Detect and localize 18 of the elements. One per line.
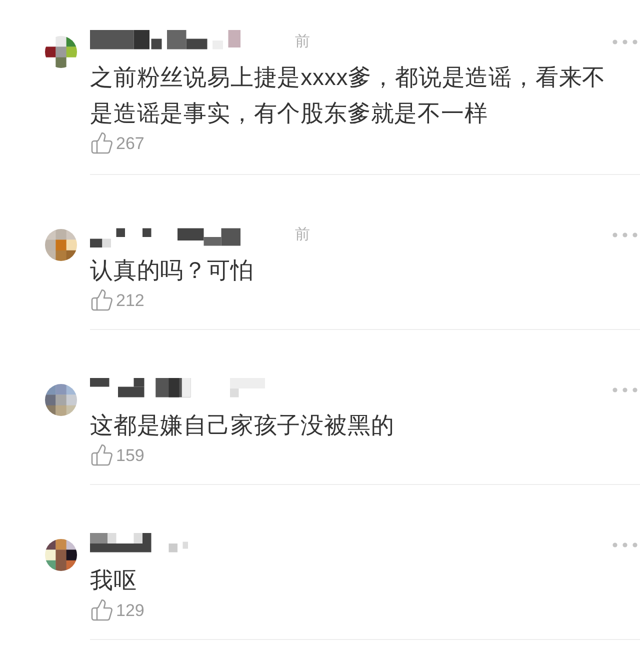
more-icon[interactable]: [612, 387, 638, 394]
like-button[interactable]: 212: [90, 288, 144, 313]
like-button[interactable]: 129: [90, 598, 144, 623]
comment-text: 认真的吗？可怕: [90, 256, 255, 284]
like-button[interactable]: 267: [90, 130, 144, 156]
more-icon[interactable]: [612, 232, 638, 238]
comment-text: 我呕: [90, 566, 138, 594]
more-icon[interactable]: [612, 542, 638, 548]
comment-text: 这都是嫌自己家孩子没被黑的: [90, 410, 396, 440]
more-icon[interactable]: [612, 39, 638, 46]
like-button[interactable]: 159: [90, 442, 144, 468]
thumbs-up-icon: [90, 288, 114, 312]
thumbs-up-icon: [90, 443, 114, 468]
timestamp: 前: [295, 32, 310, 52]
comment-text: 之前粉丝说易上捷是xxxx爹，都说是造谣，看来不是造谣是事实，有个股东爹就是不一样: [90, 62, 607, 128]
thumbs-up-icon: [90, 598, 114, 622]
timestamp: 前: [295, 225, 310, 245]
thumbs-up-icon: [90, 131, 114, 156]
